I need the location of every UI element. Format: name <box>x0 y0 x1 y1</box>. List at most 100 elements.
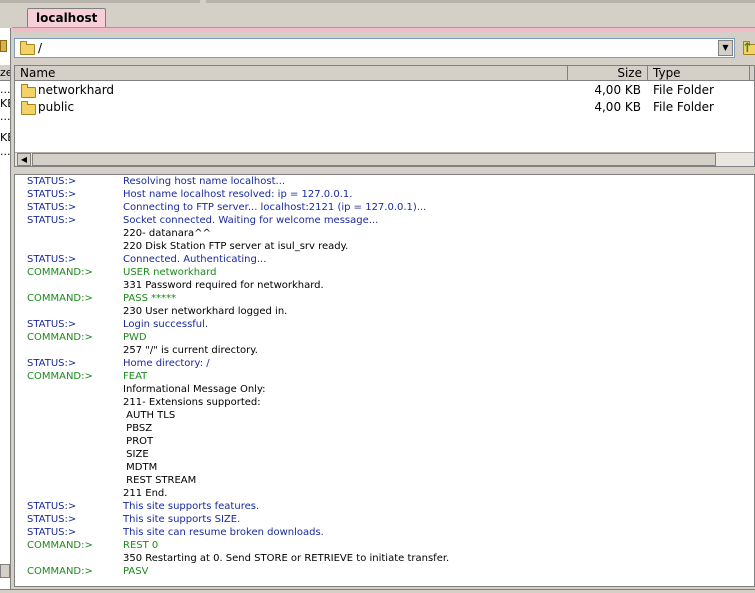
folder-icon <box>20 41 35 55</box>
file-name: public <box>38 100 75 114</box>
folder-icon <box>21 101 36 115</box>
log-message: AUTH TLS <box>123 410 176 421</box>
log-label: STATUS:> <box>27 254 77 265</box>
log-message: 220 Disk Station FTP server at isul_srv … <box>123 241 349 252</box>
log-message: This site can resume broken downloads. <box>123 527 324 538</box>
log-line: MDTM <box>15 461 754 474</box>
scrollbar-thumb[interactable] <box>32 153 716 166</box>
message-log[interactable]: STATUS:> Resolving host name localhost...… <box>14 174 755 587</box>
log-line: Informational Message Only: <box>15 383 754 396</box>
file-type: File Folder <box>653 100 714 114</box>
log-message: Socket connected. Waiting for welcome me… <box>123 215 379 226</box>
file-row[interactable]: networkhard 4,00 KB File Folder <box>15 82 754 98</box>
column-header-extra <box>750 66 754 81</box>
log-message: 257 "/" is current directory. <box>123 345 258 356</box>
log-label: STATUS:> <box>27 358 77 369</box>
status-bar-edge <box>0 589 755 593</box>
log-message: 211- Extensions supported: <box>123 397 261 408</box>
list-item[interactable]: KE <box>0 132 10 144</box>
log-line: 331 Password required for networkhard. <box>15 279 754 292</box>
column-header-label: Name <box>20 66 56 80</box>
log-label: COMMAND:> <box>27 540 93 551</box>
log-message: FEAT <box>123 371 148 382</box>
log-message: This site supports SIZE. <box>123 514 241 525</box>
log-line: COMMAND:> USER networkhard <box>15 266 754 279</box>
file-type: File Folder <box>653 83 714 97</box>
path-value[interactable]: / <box>38 41 42 55</box>
column-header-name[interactable]: Name <box>15 66 568 81</box>
list-item[interactable]: ... <box>0 111 10 123</box>
log-line: 220 Disk Station FTP server at isul_srv … <box>15 240 754 253</box>
log-message: PWD <box>123 332 147 343</box>
log-message: 211 End. <box>123 488 168 499</box>
log-message: PBSZ <box>123 423 153 434</box>
log-line: STATUS:> This site can resume broken down… <box>15 526 754 539</box>
file-row[interactable]: public 4,00 KB File Folder <box>15 99 754 115</box>
local-scrollbar[interactable] <box>0 564 10 578</box>
log-line: COMMAND:> PASS ***** <box>15 292 754 305</box>
file-name: networkhard <box>38 83 115 97</box>
log-line: PBSZ <box>15 422 754 435</box>
log-message: 350 Restarting at 0. Send STORE or RETRI… <box>123 553 450 564</box>
column-header-size[interactable]: Size <box>568 66 648 81</box>
list-item[interactable]: ... <box>0 146 10 158</box>
log-message: 331 Password required for networkhard. <box>123 280 324 291</box>
log-message: PROT <box>123 436 154 447</box>
log-message: Host name localhost resolved: ip = 127.0… <box>123 189 353 200</box>
log-label: COMMAND:> <box>27 267 93 278</box>
top-strip <box>0 0 755 5</box>
log-label: STATUS:> <box>27 189 77 200</box>
log-label: COMMAND:> <box>27 332 93 343</box>
log-line: COMMAND:> FEAT <box>15 370 754 383</box>
log-message: 220- datanara^^ <box>123 228 211 239</box>
folder-icon[interactable] <box>0 40 7 52</box>
local-file-pane[interactable]: ze ... KE ... KE ... <box>0 28 11 590</box>
column-header-label: ze <box>0 66 10 79</box>
column-header-type[interactable]: Type <box>648 66 750 81</box>
arrow-left-icon[interactable]: ◀ <box>17 153 31 166</box>
log-line: 211 End. <box>15 487 754 500</box>
local-column-header[interactable]: ze <box>0 65 10 81</box>
log-message: This site supports features. <box>123 501 260 512</box>
log-label: STATUS:> <box>27 527 77 538</box>
log-line: SIZE <box>15 448 754 461</box>
log-label: STATUS:> <box>27 215 77 226</box>
log-line: STATUS:> This site supports features. <box>15 500 754 513</box>
tab-underline <box>12 27 755 32</box>
tab-bar: localhost <box>12 6 755 28</box>
list-item[interactable]: KE <box>0 98 10 110</box>
chevron-down-icon[interactable]: ▼ <box>718 40 733 56</box>
list-item[interactable]: ... <box>0 84 10 96</box>
column-header-label: Type <box>653 66 681 80</box>
toolbar-fragment <box>206 0 755 3</box>
log-message: Resolving host name localhost... <box>123 176 286 187</box>
log-line: REST STREAM <box>15 474 754 487</box>
log-line: STATUS:> Connecting to FTP server... loca… <box>15 201 754 214</box>
up-folder-button[interactable]: ↑ <box>739 38 755 58</box>
log-line: AUTH TLS <box>15 409 754 422</box>
remote-file-list[interactable]: Name Size Type networkhard 4,00 KB File … <box>14 65 755 167</box>
log-line: 350 Restarting at 0. Send STORE or RETRI… <box>15 552 754 565</box>
tab-localhost[interactable]: localhost <box>27 8 107 28</box>
log-label: STATUS:> <box>27 319 77 330</box>
log-message: PASV <box>123 566 149 577</box>
log-line: STATUS:> Host name localhost resolved: ip… <box>15 188 754 201</box>
log-message: Connected. Authenticating... <box>123 254 267 265</box>
toolbar-fragment <box>0 0 200 3</box>
log-label: STATUS:> <box>27 501 77 512</box>
log-line: STATUS:> Login successful. <box>15 318 754 331</box>
log-line: 230 User networkhard logged in. <box>15 305 754 318</box>
file-size: 4,00 KB <box>594 100 641 114</box>
log-line: COMMAND:> REST 0 <box>15 539 754 552</box>
log-line: STATUS:> Socket connected. Waiting for we… <box>15 214 754 227</box>
log-message: MDTM <box>123 462 158 473</box>
log-line: 257 "/" is current directory. <box>15 344 754 357</box>
log-line: STATUS:> Resolving host name localhost... <box>15 175 754 188</box>
log-message: REST STREAM <box>123 475 197 486</box>
log-line: 220- datanara^^ <box>15 227 754 240</box>
log-label: STATUS:> <box>27 514 77 525</box>
path-combobox[interactable]: / ▼ <box>14 38 735 58</box>
horizontal-scrollbar[interactable]: ◀ <box>15 152 754 166</box>
log-line: COMMAND:> PWD <box>15 331 754 344</box>
log-message: USER networkhard <box>123 267 217 278</box>
